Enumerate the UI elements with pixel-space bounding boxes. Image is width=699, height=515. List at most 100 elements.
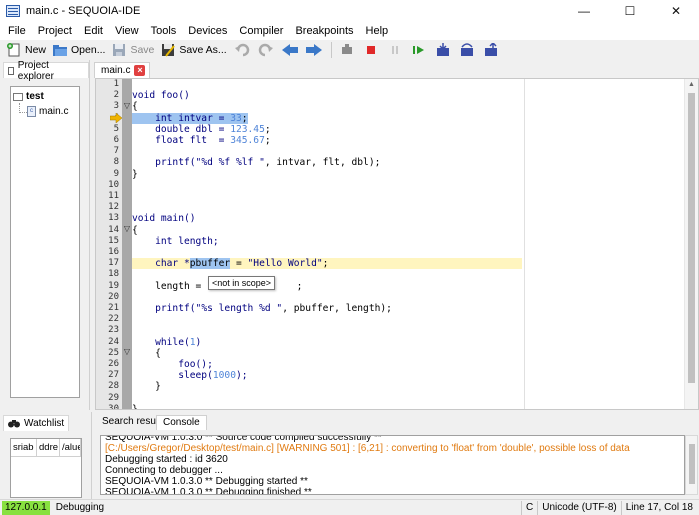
title-bar: main.c - SEQUOIA-IDE — ☐ ✕ bbox=[0, 0, 699, 22]
watch-column-header[interactable]: sriab bbox=[11, 439, 37, 457]
console-scrollbar[interactable] bbox=[685, 435, 698, 495]
line-number: 12 bbox=[108, 202, 119, 213]
current-line-arrow-icon bbox=[110, 113, 122, 123]
code-line: } bbox=[132, 381, 161, 393]
line-number: 11 bbox=[108, 191, 119, 201]
menu-edit[interactable]: Edit bbox=[78, 25, 109, 37]
hover-tooltip: <not in scope> bbox=[208, 276, 276, 290]
menu-compiler[interactable]: Compiler bbox=[233, 25, 289, 37]
line-number: 15 bbox=[108, 235, 119, 246]
save-as-button[interactable]: Save As... bbox=[160, 41, 227, 59]
line-number: 6 bbox=[113, 135, 119, 145]
line-number: 7 bbox=[113, 146, 119, 157]
menu-breakpoints[interactable]: Breakpoints bbox=[289, 25, 359, 37]
tree-file-node[interactable]: c main.c bbox=[27, 104, 77, 118]
fold-marker[interactable]: ▽ bbox=[123, 225, 131, 233]
menu-file[interactable]: File bbox=[2, 25, 32, 37]
watch-column-header[interactable]: ddre bbox=[37, 439, 60, 457]
continue-icon[interactable] bbox=[410, 42, 428, 58]
project-name: test bbox=[26, 91, 44, 102]
menu-help[interactable]: Help bbox=[360, 25, 395, 37]
minimize-button[interactable]: — bbox=[561, 0, 607, 22]
line-number: 3 bbox=[113, 101, 119, 112]
menu-tools[interactable]: Tools bbox=[145, 25, 183, 37]
console-line: SEQUOIA-VM 1.0.3.0 ** Debugging finished… bbox=[105, 487, 312, 495]
code-area[interactable]: void foo() { int intvar = 33; double dbl… bbox=[132, 79, 682, 409]
redo-icon[interactable] bbox=[257, 42, 275, 58]
fold-margin[interactable] bbox=[122, 79, 132, 409]
status-bar: 127.0.0.1 Debugging C Unicode (UTF-8) Li… bbox=[0, 499, 699, 515]
watch-table[interactable]: sriab ddre /alue bbox=[10, 438, 82, 498]
pause-icon[interactable] bbox=[386, 42, 404, 58]
binoculars-icon bbox=[8, 420, 20, 428]
code-line: foo(); bbox=[132, 359, 213, 370]
tree-root-node[interactable]: test bbox=[13, 90, 77, 103]
step-over-icon[interactable] bbox=[458, 42, 476, 58]
line-number: 14 bbox=[108, 224, 119, 235]
menu-view[interactable]: View bbox=[109, 25, 145, 37]
tab-main-c[interactable]: main.c × bbox=[94, 62, 151, 78]
scrollbar-thumb[interactable] bbox=[688, 93, 695, 383]
scrollbar-thumb[interactable] bbox=[689, 444, 695, 484]
open-button[interactable]: Open... bbox=[52, 41, 105, 59]
menu-devices[interactable]: Devices bbox=[182, 25, 233, 37]
line-number: 26 bbox=[108, 359, 119, 369]
open-label: Open... bbox=[71, 44, 106, 56]
scroll-up-icon[interactable]: ▲ bbox=[688, 81, 695, 88]
status-cursor-position: Line 17, Col 18 bbox=[620, 501, 697, 515]
fold-marker[interactable]: ▽ bbox=[123, 102, 131, 110]
undo-icon[interactable] bbox=[233, 42, 251, 58]
save-button[interactable]: Save bbox=[111, 41, 154, 59]
code-editor[interactable]: 1234567891011121314151617181920212223242… bbox=[95, 78, 699, 410]
bottom-tab-strip: Search result Console bbox=[92, 412, 699, 430]
stop-icon[interactable] bbox=[362, 42, 380, 58]
project-explorer-tab[interactable]: Project explorer bbox=[3, 60, 89, 82]
pin-icon[interactable] bbox=[8, 66, 14, 75]
new-file-icon bbox=[7, 43, 20, 57]
menu-bar: File Project Edit View Tools Devices Com… bbox=[0, 22, 699, 40]
debug-step-icon[interactable] bbox=[338, 42, 356, 58]
forward-arrow-icon[interactable] bbox=[305, 42, 323, 58]
code-line: printf("%s length %d ", pbuffer, length)… bbox=[132, 303, 392, 314]
line-number: 10 bbox=[108, 179, 119, 190]
menu-project[interactable]: Project bbox=[32, 25, 78, 37]
editor-vertical-scrollbar[interactable]: ▲ bbox=[684, 79, 698, 409]
console-line: Connecting to debugger ... bbox=[105, 465, 223, 476]
toolbar: New Open... Save Save As... bbox=[0, 40, 699, 60]
status-language: C bbox=[521, 501, 537, 515]
maximize-button[interactable]: ☐ bbox=[607, 0, 653, 22]
console-output[interactable]: SEQUOIA-VM 1.0.3.0 ** Source code compil… bbox=[100, 435, 685, 495]
new-label: New bbox=[25, 44, 47, 56]
code-line: printf("%d %f %lf ", intvar, flt, dbl); bbox=[132, 157, 381, 169]
code-line: int length; bbox=[132, 235, 219, 247]
line-number: 2 bbox=[113, 90, 119, 101]
close-tab-icon[interactable]: × bbox=[134, 65, 146, 76]
code-line: float flt = 345.67; bbox=[132, 135, 271, 146]
back-arrow-icon[interactable] bbox=[281, 42, 299, 58]
fold-marker[interactable]: ▽ bbox=[123, 348, 131, 356]
code-line: while(1) bbox=[132, 336, 202, 348]
watch-column-header[interactable]: /alue bbox=[60, 439, 81, 457]
line-number: 19 bbox=[108, 280, 119, 291]
console-line: SEQUOIA-VM 1.0.3.0 ** Source code compil… bbox=[105, 435, 382, 443]
code-line: double dbl = 123.45; bbox=[132, 123, 271, 135]
code-line: } bbox=[132, 403, 138, 410]
line-number: 5 bbox=[113, 123, 119, 134]
watchlist-tab[interactable]: Watchlist bbox=[3, 415, 70, 431]
line-number: 27 bbox=[108, 370, 119, 381]
new-button[interactable]: New bbox=[6, 41, 46, 59]
step-out-icon[interactable] bbox=[482, 42, 500, 58]
folder-icon bbox=[13, 92, 23, 101]
line-number: 28 bbox=[108, 381, 119, 392]
watchlist-label: Watchlist bbox=[24, 418, 65, 429]
code-line-highlighted: char *pbuffer = "Hello World"; bbox=[132, 258, 522, 270]
editor-tab-strip: main.c × bbox=[90, 60, 699, 78]
project-tree: test c main.c bbox=[10, 86, 80, 398]
close-button[interactable]: ✕ bbox=[653, 0, 699, 22]
watchlist-panel: Watchlist sriab ddre /alue bbox=[0, 412, 92, 500]
line-number: 29 bbox=[108, 392, 119, 403]
code-line: void foo() bbox=[132, 90, 190, 102]
step-into-icon[interactable] bbox=[434, 42, 452, 58]
window-controls: — ☐ ✕ bbox=[561, 0, 699, 22]
tab-console[interactable]: Console bbox=[156, 415, 207, 430]
